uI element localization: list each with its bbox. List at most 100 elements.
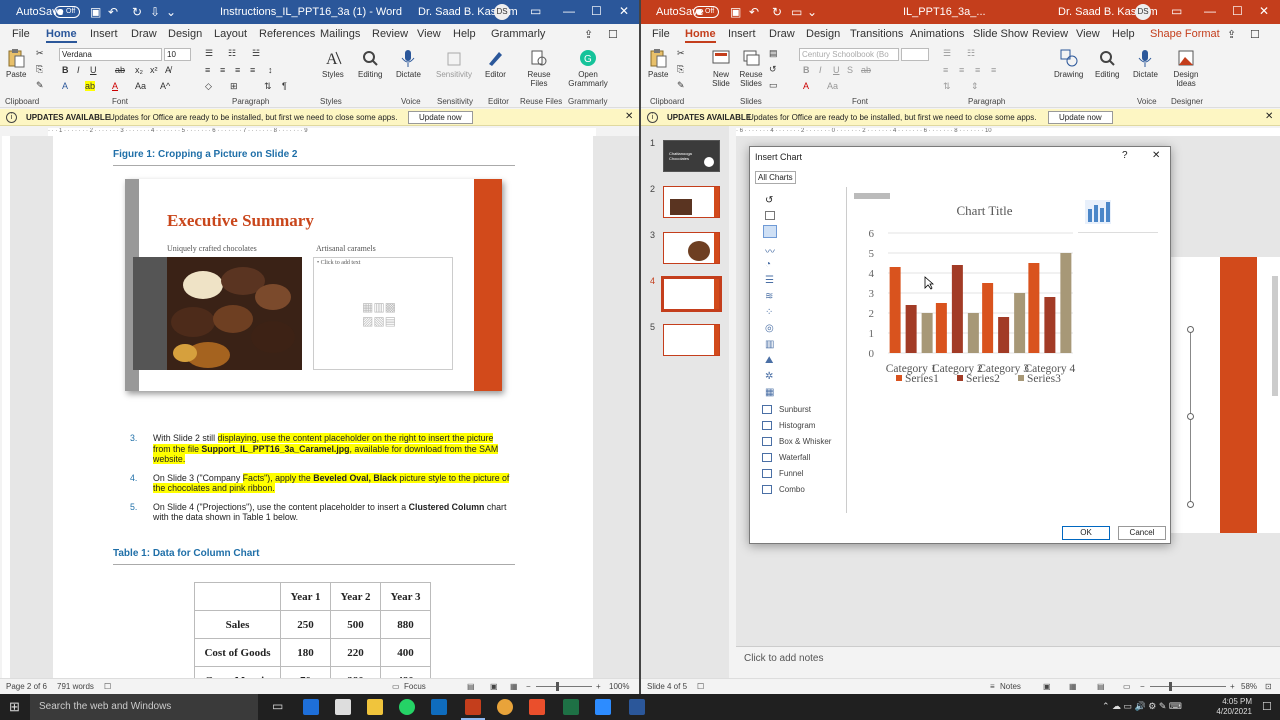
radar-chart-icon[interactable]: ✲: [765, 371, 773, 382]
change-case-icon[interactable]: Aa: [827, 81, 838, 91]
undo-icon[interactable]: ↶: [108, 5, 118, 19]
zoom-level[interactable]: 58%: [1241, 682, 1257, 691]
page-count[interactable]: Page 2 of 6: [6, 682, 47, 691]
help-icon[interactable]: ?: [1122, 150, 1128, 161]
focus-icon[interactable]: ▭: [392, 682, 400, 691]
slide-thumbnail-4[interactable]: [661, 276, 722, 312]
avatar[interactable]: DS: [1135, 4, 1151, 20]
redo-icon[interactable]: ↻: [132, 5, 142, 19]
update-now-button[interactable]: Update now: [408, 111, 473, 124]
resize-handle[interactable]: [1187, 326, 1194, 333]
maximize-icon[interactable]: ☐: [591, 4, 602, 18]
recent-icon[interactable]: ↺: [765, 195, 773, 206]
scatter-chart-icon[interactable]: ⁘: [765, 307, 773, 318]
comments-icon[interactable]: ☐: [1250, 28, 1260, 41]
styles-button[interactable]: A Styles: [322, 48, 344, 79]
tab-mailings[interactable]: Mailings: [320, 28, 360, 40]
map-chart-icon[interactable]: ◎: [765, 323, 774, 334]
justify-icon[interactable]: ≡: [250, 65, 255, 75]
align-left-icon[interactable]: ≡: [205, 65, 210, 75]
slide-counter[interactable]: Slide 4 of 5: [647, 682, 687, 691]
font-size-combo[interactable]: 10: [164, 48, 191, 61]
underline-icon[interactable]: U: [833, 65, 840, 75]
chart-type-histogram[interactable]: Histogram: [762, 421, 815, 431]
zoom-in-icon[interactable]: +: [596, 682, 601, 691]
close-icon[interactable]: ✕: [619, 4, 629, 18]
tray-icons[interactable]: ⌃ ☁ ▭ 🔊 ⚙ ✎ ⌨: [1102, 701, 1182, 712]
print-layout-icon[interactable]: ▣: [490, 682, 498, 691]
tab-draw[interactable]: Draw: [769, 28, 795, 40]
tab-transitions[interactable]: Transitions: [850, 28, 903, 40]
tab-help[interactable]: Help: [453, 28, 476, 40]
column-chart-icon[interactable]: [763, 225, 777, 238]
undo-icon[interactable]: ↶: [749, 5, 759, 19]
stock-chart-icon[interactable]: ▥: [765, 339, 774, 350]
chrome-icon[interactable]: [497, 699, 513, 715]
sort-icon[interactable]: ⇅: [264, 81, 272, 92]
borders-icon[interactable]: ⊞: [230, 81, 238, 92]
italic-icon[interactable]: I: [819, 65, 822, 75]
minimize-icon[interactable]: —: [563, 4, 575, 18]
align-right-icon[interactable]: ≡: [235, 65, 240, 75]
taskbar-search[interactable]: Search the web and Windows: [30, 694, 258, 720]
share-icon[interactable]: ⇪: [584, 28, 593, 41]
outlook-icon[interactable]: [431, 699, 447, 715]
clock[interactable]: 4:05 PM 4/20/2021: [1216, 697, 1252, 717]
fit-slide-icon[interactable]: ⊡: [1265, 682, 1272, 691]
format-painter-icon[interactable]: ✎: [677, 80, 685, 91]
resize-handle[interactable]: [1187, 413, 1194, 420]
bullets-icon[interactable]: ☰: [205, 48, 213, 59]
update-now-button[interactable]: Update now: [1048, 111, 1113, 124]
bold-icon[interactable]: B: [62, 65, 69, 75]
close-icon[interactable]: ✕: [1259, 4, 1269, 18]
justify-icon[interactable]: ≡: [991, 65, 996, 75]
tab-home[interactable]: Home: [685, 28, 716, 43]
task-view-icon[interactable]: ▭: [272, 699, 283, 713]
tab-file[interactable]: File: [12, 28, 30, 40]
grow-font-icon[interactable]: A^: [160, 81, 170, 91]
slide-thumbnail-5[interactable]: [663, 324, 720, 356]
zoom-out-icon[interactable]: −: [526, 682, 531, 691]
redo-icon[interactable]: ↻: [772, 5, 782, 19]
notes-icon[interactable]: ≡: [990, 682, 995, 691]
scrollbar[interactable]: [1272, 276, 1278, 396]
tab-grammarly[interactable]: Grammarly: [491, 28, 545, 40]
templates-icon[interactable]: [765, 211, 775, 220]
subscript-icon[interactable]: x₂: [135, 65, 143, 75]
from-beginning-icon[interactable]: ▭: [791, 5, 802, 19]
infobar-close-icon[interactable]: ✕: [1265, 111, 1273, 122]
ok-button[interactable]: OK: [1062, 526, 1110, 540]
ribbon-display-icon[interactable]: ▭: [530, 4, 541, 18]
bold-icon[interactable]: B: [803, 65, 810, 75]
cut-icon[interactable]: ✂: [677, 48, 685, 59]
maximize-icon[interactable]: ☐: [1232, 4, 1243, 18]
tab-home[interactable]: Home: [46, 28, 77, 43]
shading-icon[interactable]: ◇: [205, 81, 212, 92]
store-icon[interactable]: [335, 699, 351, 715]
avatar[interactable]: DS: [494, 4, 510, 20]
align-center-icon[interactable]: ≡: [220, 65, 225, 75]
editor-button[interactable]: Editor: [485, 48, 506, 79]
paste-button[interactable]: Paste: [6, 48, 26, 79]
tab-view[interactable]: View: [1076, 28, 1100, 40]
line-spacing-icon[interactable]: ↕: [268, 65, 273, 75]
highlight-icon[interactable]: ab: [85, 81, 96, 91]
powerpoint-icon[interactable]: [465, 699, 481, 715]
slideshow-icon[interactable]: ▭: [1123, 682, 1131, 691]
dictate-button[interactable]: Dictate: [396, 48, 421, 79]
zoom-slider[interactable]: [1150, 686, 1226, 687]
touch-mode-icon[interactable]: ⇩: [150, 5, 160, 19]
tab-slide-show[interactable]: Slide Show: [973, 28, 1028, 40]
notes-pane[interactable]: Click to add notes: [736, 646, 1280, 678]
tab-insert[interactable]: Insert: [90, 28, 118, 40]
tab-view[interactable]: View: [417, 28, 441, 40]
resize-handle[interactable]: [1187, 501, 1194, 508]
word-icon[interactable]: [629, 699, 645, 715]
multilevel-list-icon[interactable]: ☱: [252, 48, 260, 59]
new-slide-button[interactable]: New Slide: [710, 48, 732, 88]
infobar-close-icon[interactable]: ✕: [625, 111, 633, 122]
sensitivity-button[interactable]: Sensitivity: [436, 48, 472, 79]
slide-thumbnail-2[interactable]: [663, 186, 720, 218]
section-icon[interactable]: ▭: [769, 80, 778, 91]
tab-design[interactable]: Design: [168, 28, 202, 40]
